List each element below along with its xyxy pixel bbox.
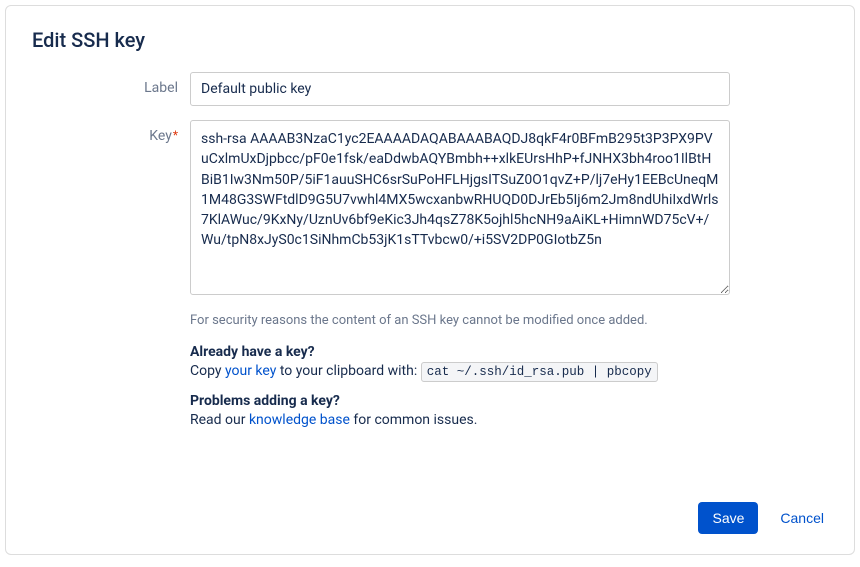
help-block: For security reasons the content of an S… <box>190 313 730 428</box>
label-field-label: Label <box>32 72 190 106</box>
copy-command: cat ~/.ssh/id_rsa.pub | pbcopy <box>421 362 658 382</box>
key-textarea[interactable] <box>190 120 730 295</box>
problems-suffix: for common issues. <box>350 412 478 428</box>
already-have-prefix: Copy <box>190 363 225 379</box>
save-button[interactable]: Save <box>698 502 758 534</box>
key-field-label: Key* <box>32 120 190 299</box>
key-row: Key* <box>32 120 828 299</box>
already-have-text: Copy your key to your clipboard with: ca… <box>190 363 730 379</box>
label-input[interactable] <box>190 72 730 106</box>
key-label-text: Key <box>149 128 172 144</box>
knowledge-base-link[interactable]: knowledge base <box>249 412 350 428</box>
problems-prefix: Read our <box>190 412 249 428</box>
label-row: Label <box>32 72 828 106</box>
already-have-mid: to your clipboard with: <box>276 363 420 379</box>
label-field-wrap <box>190 72 828 106</box>
button-row: Save Cancel <box>698 502 828 534</box>
key-field-wrap <box>190 120 828 299</box>
security-hint: For security reasons the content of an S… <box>190 313 730 328</box>
already-have-heading: Already have a key? <box>190 344 730 360</box>
cancel-button[interactable]: Cancel <box>776 502 828 534</box>
problems-heading: Problems adding a key? <box>190 393 730 409</box>
required-asterisk: * <box>173 128 178 142</box>
dialog-title: Edit SSH key <box>32 28 828 52</box>
problems-text: Read our knowledge base for common issue… <box>190 412 730 428</box>
edit-ssh-key-dialog: Edit SSH key Label Key* For security rea… <box>5 5 855 555</box>
your-key-link[interactable]: your key <box>225 363 276 379</box>
